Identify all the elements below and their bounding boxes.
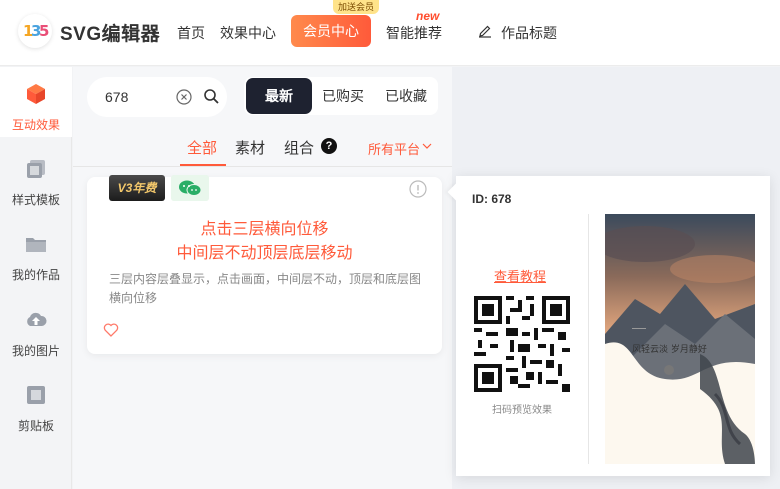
artwork-caption: 风轻云淡 岁月静好 — [632, 345, 707, 355]
logo-glyph: 5 — [39, 22, 50, 40]
work-title-input[interactable]: 作品标题 — [501, 23, 557, 43]
preview-id-label: ID: 678 — [472, 192, 512, 206]
card-title-line1: 点击三层横向位移 — [200, 221, 329, 238]
v3-annual-badge: V3年费 — [109, 175, 165, 201]
qr-code-icon — [474, 296, 570, 392]
pen-icon[interactable] — [478, 24, 492, 38]
wechat-icon — [171, 175, 209, 201]
sidebar-item-clipboard[interactable]: 剪贴板 — [0, 384, 72, 434]
help-icon[interactable]: ? — [321, 138, 337, 154]
card-description: 三层内容层叠显示，点击画面，中间层不动，顶层和底层图横向位移 — [109, 272, 422, 305]
sidebar-item-my-works[interactable]: 我的作品 — [0, 233, 72, 283]
template-icon — [27, 160, 45, 178]
cube-icon — [27, 84, 45, 104]
chevron-down-icon[interactable] — [422, 141, 432, 151]
nav-smart-recommend[interactable]: 智能推荐 — [386, 23, 442, 43]
sidebar-item-label: 剪贴板 — [17, 419, 54, 433]
left-sidebar: 互动效果 样式模板 我的作品 我的图片 剪贴板 — [0, 67, 72, 489]
search-icon[interactable] — [203, 88, 220, 105]
filter-combo[interactable]: 组合 — [284, 137, 314, 158]
filter-material[interactable]: 素材 — [235, 137, 265, 158]
nav-home[interactable]: 首页 — [177, 23, 205, 43]
preview-popup: ID: 678 查看教程 扫码预览效果 风轻云淡 岁月静好 — [447, 176, 770, 476]
heart-icon[interactable] — [103, 322, 119, 338]
platform-dropdown[interactable]: 所有平台 — [368, 139, 420, 158]
search-box[interactable]: 678 — [87, 77, 227, 117]
nav-effects-center[interactable]: 效果中心 — [220, 23, 276, 43]
mountain-artwork-image — [605, 214, 755, 464]
sidebar-item-label: 样式模板 — [11, 193, 60, 207]
vip-center-button[interactable]: 会员中心 — [291, 15, 371, 47]
folder-icon — [26, 238, 46, 252]
sidebar-item-style-templates[interactable]: 样式模板 — [0, 158, 72, 208]
card-title-line2: 中间层不动顶层底层移动 — [176, 245, 353, 262]
clear-icon[interactable] — [176, 89, 192, 105]
sort-tabs: 最新 已购买 已收藏 — [244, 77, 438, 115]
app-logo-icon[interactable]: 1 3 5 — [18, 14, 52, 48]
tab-purchased[interactable]: 已购买 — [310, 77, 376, 115]
sidebar-item-label: 互动效果 — [11, 118, 60, 132]
effects-panel: 678 最新 已购买 已收藏 全部 素材 组合 ? 所有平台 V3年费 点击三层… — [73, 67, 452, 489]
preview-divider — [588, 214, 589, 464]
vip-badge: 加送会员 — [333, 0, 380, 14]
sidebar-item-interactive-effects[interactable]: 互动效果 — [0, 67, 72, 137]
cloud-upload-icon — [27, 312, 47, 326]
filter-all[interactable]: 全部 — [187, 137, 217, 158]
clipboard-icon — [27, 386, 45, 404]
filter-bar: 全部 素材 组合 ? 所有平台 — [73, 127, 452, 167]
sidebar-item-label: 我的作品 — [11, 268, 60, 282]
effect-card[interactable]: V3年费 点击三层横向位移 中间层不动顶层底层移动 三层内容层叠显示，点击画面，… — [87, 175, 442, 354]
search-input[interactable]: 678 — [105, 89, 128, 105]
scan-preview-hint: 扫码预览效果 — [492, 405, 552, 416]
sidebar-item-label: 我的图片 — [11, 344, 60, 358]
app-title: SVG编辑器 — [60, 24, 161, 45]
preview-artwork: 风轻云淡 岁月静好 — [605, 214, 755, 464]
tab-latest[interactable]: 最新 — [246, 78, 312, 114]
top-bar: 1 3 5 SVG编辑器 首页 效果中心 加送会员 会员中心 new 智能推荐 … — [0, 0, 780, 66]
new-badge: new — [416, 9, 440, 23]
info-icon[interactable] — [409, 180, 427, 198]
sidebar-item-my-images[interactable]: 我的图片 — [0, 309, 72, 359]
active-filter-underline — [180, 164, 226, 166]
view-tutorial-link[interactable]: 查看教程 — [494, 266, 546, 285]
tab-favorited[interactable]: 已收藏 — [374, 77, 438, 115]
